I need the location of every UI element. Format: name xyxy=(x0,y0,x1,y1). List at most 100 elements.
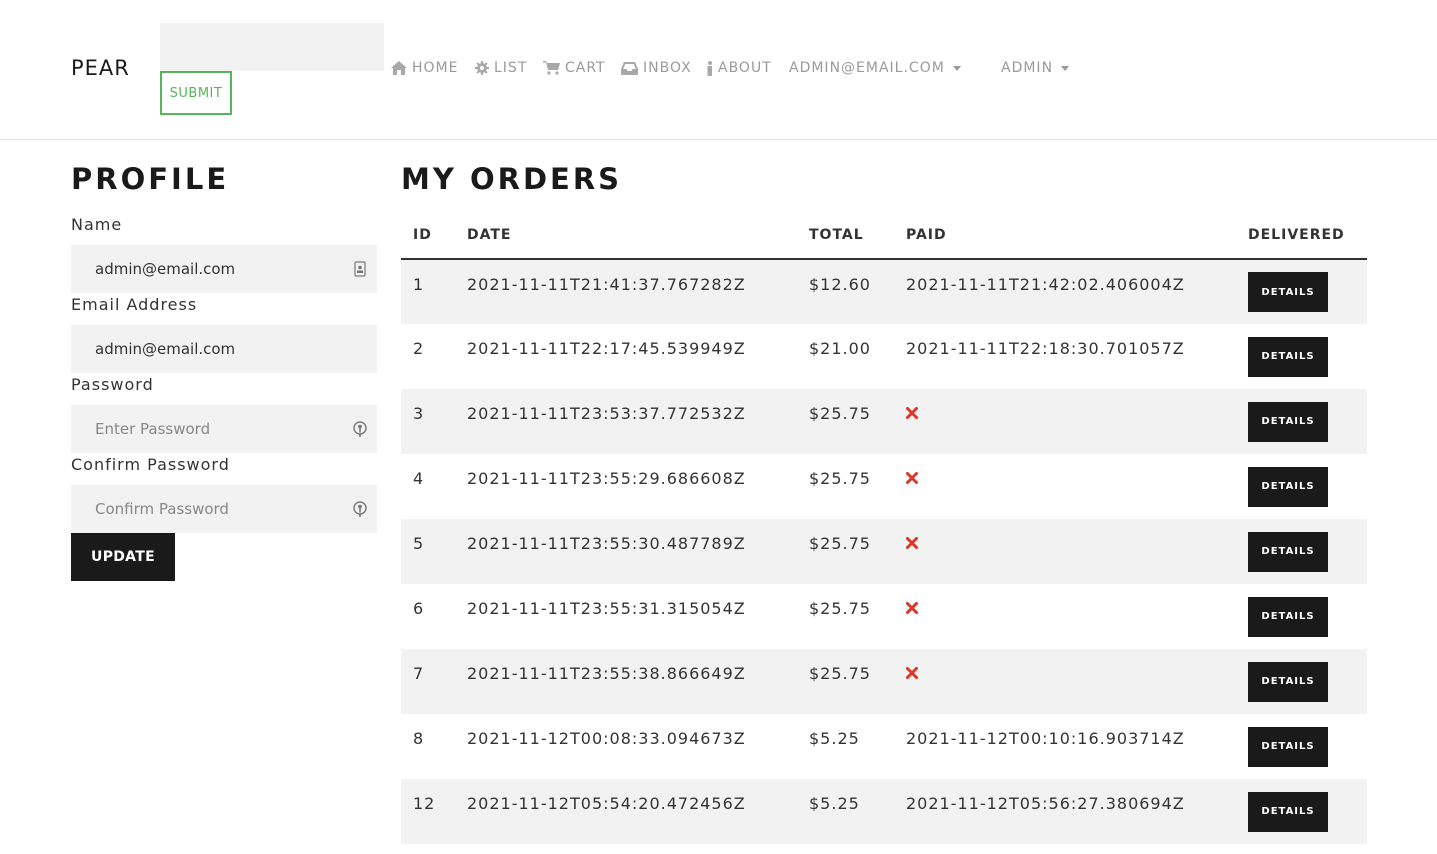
table-row: 1 2021-11-11T21:41:37.767282Z $12.60 2021-1… xyxy=(401,259,1367,324)
order-paid: 2021-11-12T00:10:16.903714Z xyxy=(906,729,1185,748)
nav-cart[interactable]: CART xyxy=(543,60,606,76)
table-row: 8 2021-11-12T00:08:33.094673Z $5.25 2021-11… xyxy=(401,714,1367,779)
table-header-row: ID DATE TOTAL PAID DELIVERED xyxy=(401,212,1367,260)
order-total: $5.25 xyxy=(797,779,894,844)
user-menu-label: ADMIN@EMAIL.COM xyxy=(789,60,945,76)
nav-cart-label: CART xyxy=(565,60,606,76)
order-delivered: DETAILS xyxy=(1236,714,1367,779)
details-button[interactable]: DETAILS xyxy=(1248,596,1328,637)
order-date: 2021-11-11T23:55:38.866649Z xyxy=(455,649,797,714)
table-row: 5 2021-11-11T23:55:30.487789Z $25.75 DETAIL… xyxy=(401,519,1367,584)
submit-button[interactable]: SUBMIT xyxy=(160,71,232,115)
order-total: $5.25 xyxy=(809,729,860,748)
order-id: 5 xyxy=(401,519,455,584)
admin-menu-label: ADMIN xyxy=(1001,60,1054,76)
orders-table: ID DATE TOTAL PAID DELIVERED 1 2021-11-11… xyxy=(401,212,1367,844)
chevron-down-icon xyxy=(952,65,961,71)
contact-card-icon xyxy=(354,261,366,277)
email-field-wrapper xyxy=(71,325,377,373)
confirm-password-field-wrapper xyxy=(71,485,377,533)
nav-about[interactable]: ABOUT xyxy=(707,60,772,76)
password-field[interactable] xyxy=(71,405,377,453)
order-paid xyxy=(894,519,1236,584)
order-id: 8 xyxy=(413,729,425,748)
admin-menu-dropdown[interactable]: ADMIN xyxy=(1001,60,1070,76)
order-delivered: DETAILS xyxy=(1236,779,1367,844)
order-id: 12 xyxy=(401,779,455,844)
column-header-paid: PAID xyxy=(894,212,1236,260)
orders-table-body: 1 2021-11-11T21:41:37.767282Z $12.60 2021-1… xyxy=(401,259,1367,844)
order-total: $25.75 xyxy=(797,389,894,454)
home-icon xyxy=(391,61,407,75)
unpaid-x-icon xyxy=(906,472,918,484)
details-button[interactable]: DETAILS xyxy=(1248,661,1328,702)
nav-home[interactable]: HOME xyxy=(391,60,458,76)
order-total: $25.75 xyxy=(797,519,894,584)
order-total: $21.00 xyxy=(809,339,871,358)
order-id: 1 xyxy=(401,259,455,324)
update-button[interactable]: UPDATE xyxy=(71,533,175,581)
order-total: $25.75 xyxy=(809,469,871,488)
order-id: 4 xyxy=(413,469,425,488)
info-icon xyxy=(707,60,712,76)
order-date: 2021-11-11T22:17:45.539949Z xyxy=(467,339,746,358)
order-date: 2021-11-11T21:41:37.767282Z xyxy=(455,259,797,324)
details-button[interactable]: DETAILS xyxy=(1248,272,1328,312)
gear-icon xyxy=(475,61,489,75)
order-delivered: DETAILS xyxy=(1236,324,1367,389)
details-button[interactable]: DETAILS xyxy=(1248,726,1328,767)
table-row: 12 2021-11-12T05:54:20.472456Z $5.25 2021-1… xyxy=(401,779,1367,844)
nav-home-label: HOME xyxy=(412,60,459,76)
cart-icon xyxy=(543,61,560,75)
column-header-id: ID xyxy=(401,212,455,260)
order-date: 2021-11-12T00:08:33.094673Z xyxy=(467,729,746,748)
name-field[interactable] xyxy=(71,245,377,293)
order-date: 2021-11-11T23:55:29.686608Z xyxy=(467,469,746,488)
order-paid xyxy=(894,454,1236,519)
order-total: $12.60 xyxy=(797,259,894,324)
navbar: PEAR SUBMIT HOME LIST CART INBOX ABOUT A… xyxy=(0,0,1437,140)
order-delivered: DETAILS xyxy=(1236,519,1367,584)
unpaid-x-icon xyxy=(906,667,918,679)
password-label: Password xyxy=(71,375,154,394)
unpaid-x-icon xyxy=(906,537,918,549)
table-row: 2 2021-11-11T22:17:45.539949Z $21.00 2021-1… xyxy=(401,324,1367,389)
order-delivered: DETAILS xyxy=(1236,259,1367,324)
email-label: Email Address xyxy=(71,295,198,314)
unpaid-x-icon xyxy=(906,407,918,419)
brand-logo[interactable]: PEAR xyxy=(71,56,130,80)
nav-about-label: ABOUT xyxy=(718,60,772,76)
chevron-down-icon xyxy=(1061,65,1070,71)
details-button[interactable]: DETAILS xyxy=(1248,531,1328,572)
details-button[interactable]: DETAILS xyxy=(1248,401,1328,442)
order-id: 3 xyxy=(401,389,455,454)
order-date: 2021-11-11T23:55:31.315054Z xyxy=(467,599,746,618)
column-header-total: TOTAL xyxy=(797,212,894,260)
nav-list[interactable]: LIST xyxy=(475,60,527,76)
order-delivered: DETAILS xyxy=(1236,584,1367,649)
order-date: 2021-11-11T23:53:37.772532Z xyxy=(455,389,797,454)
details-button[interactable]: DETAILS xyxy=(1248,466,1328,507)
password-key-icon xyxy=(353,421,367,437)
password-key-icon xyxy=(353,501,367,517)
order-total: $25.75 xyxy=(797,649,894,714)
column-header-date: DATE xyxy=(455,212,797,260)
order-id: 2 xyxy=(413,339,425,358)
order-paid: 2021-11-11T22:18:30.701057Z xyxy=(906,339,1185,358)
details-button[interactable]: DETAILS xyxy=(1248,336,1328,377)
order-paid: 2021-11-12T05:56:27.380694Z xyxy=(894,779,1236,844)
details-button[interactable]: DETAILS xyxy=(1248,791,1328,832)
email-field[interactable] xyxy=(71,325,377,373)
order-delivered: DETAILS xyxy=(1236,389,1367,454)
nav-inbox[interactable]: INBOX xyxy=(621,60,692,76)
confirm-password-label: Confirm Password xyxy=(71,455,230,474)
order-id: 6 xyxy=(413,599,425,618)
search-input[interactable] xyxy=(160,23,384,71)
profile-title: PROFILE xyxy=(71,162,230,196)
password-field-wrapper xyxy=(71,405,377,453)
confirm-password-field[interactable] xyxy=(71,485,377,533)
name-field-wrapper xyxy=(71,245,377,293)
order-delivered: DETAILS xyxy=(1236,649,1367,714)
table-row: 6 2021-11-11T23:55:31.315054Z $25.75 DETAIL… xyxy=(401,584,1367,649)
user-menu-dropdown[interactable]: ADMIN@EMAIL.COM xyxy=(789,60,961,76)
